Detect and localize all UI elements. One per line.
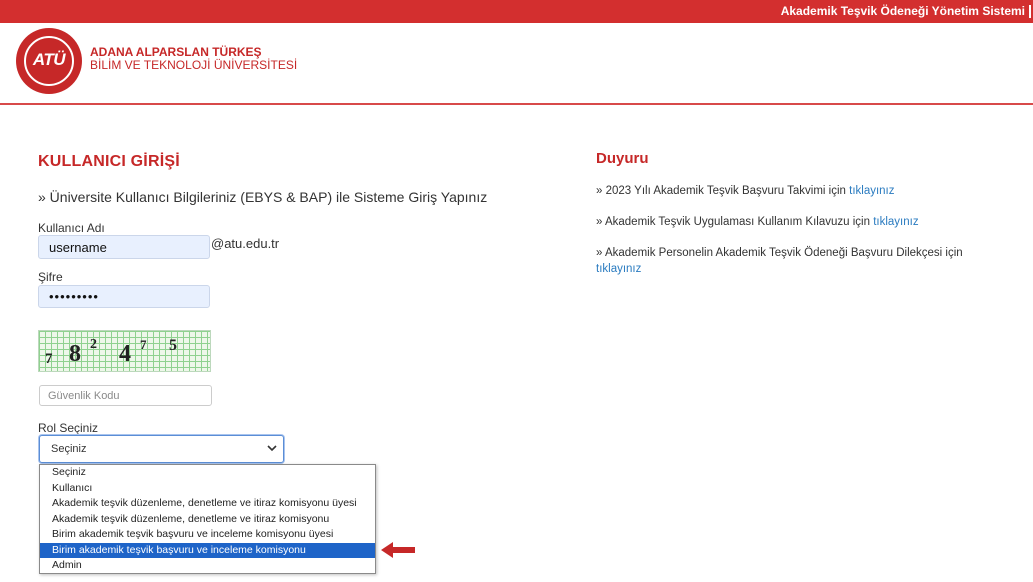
role-dropdown-list: Seçiniz Kullanıcı Akademik teşvik düzenl… xyxy=(39,464,376,574)
university-logo[interactable]: ATÜ xyxy=(16,28,82,94)
announcement-link[interactable]: tıklayınız xyxy=(849,185,894,197)
username-input[interactable] xyxy=(38,235,210,259)
username-label: Kullanıcı Adı xyxy=(38,221,105,235)
chevron-down-icon xyxy=(267,441,277,458)
role-select[interactable]: Seçiniz xyxy=(39,435,284,463)
role-option-highlighted[interactable]: Birim akademik teşvik başvuru ve incelem… xyxy=(40,542,375,558)
system-title: Akademik Teşvik Ödeneği Yönetim Sistemi xyxy=(780,4,1025,18)
login-subtitle: » Üniversite Kullanıcı Bilgileriniz (EBY… xyxy=(38,189,488,205)
role-option[interactable]: Birim akademik teşvik başvuru ve incelem… xyxy=(40,527,375,543)
role-option[interactable]: Akademik teşvik düzenleme, denetleme ve … xyxy=(40,496,375,512)
announcement-item: » 2023 Yılı Akademik Teşvik Başvuru Takv… xyxy=(596,183,966,199)
role-option[interactable]: Admin xyxy=(40,558,375,574)
announcement-link[interactable]: tıklayınız xyxy=(873,216,918,228)
role-label: Rol Seçiniz xyxy=(38,421,99,435)
role-option[interactable]: Akademik teşvik düzenleme, denetleme ve … xyxy=(40,512,375,528)
top-bar-separator xyxy=(1029,5,1031,18)
university-name: ADANA ALPARSLAN TÜRKEŞ BİLİM VE TEKNOLOJ… xyxy=(90,46,297,72)
top-bar: Akademik Teşvik Ödeneği Yönetim Sistemi xyxy=(0,0,1033,23)
password-input[interactable] xyxy=(38,285,210,308)
announcement-item: » Akademik Personelin Akademik Teşvik Öd… xyxy=(596,245,966,277)
university-name-line2: BİLİM VE TEKNOLOJİ ÜNİVERSİTESİ xyxy=(90,58,298,72)
left-arrow-icon xyxy=(381,542,415,558)
captcha-char: 7 xyxy=(45,351,53,367)
announcement-text: » Akademik Teşvik Uygulaması Kullanım Kı… xyxy=(596,216,874,228)
login-title: KULLANICI GİRİŞİ xyxy=(38,153,180,170)
captcha-char: 8 xyxy=(69,341,81,367)
role-select-value: Seçiniz xyxy=(51,443,87,455)
captcha-char: 5 xyxy=(169,337,177,354)
announcement-text: » 2023 Yılı Akademik Teşvik Başvuru Takv… xyxy=(596,185,850,197)
captcha-char: 4 xyxy=(119,341,131,367)
logo-text: ATÜ xyxy=(32,50,66,69)
captcha-char: 2 xyxy=(90,337,97,352)
password-label: Şifre xyxy=(38,270,63,284)
captcha-char: 7 xyxy=(140,337,147,352)
security-code-input[interactable] xyxy=(39,385,212,406)
announcements-title: Duyuru xyxy=(596,150,649,167)
announcement-link[interactable]: tıklayınız xyxy=(596,263,641,275)
role-option[interactable]: Seçiniz xyxy=(40,465,375,481)
email-domain-suffix: @atu.edu.tr xyxy=(211,236,280,251)
site-header: ATÜ ADANA ALPARSLAN TÜRKEŞ BİLİM VE TEKN… xyxy=(0,23,1033,105)
role-option[interactable]: Kullanıcı xyxy=(40,481,375,497)
announcement-text: » Akademik Personelin Akademik Teşvik Öd… xyxy=(596,247,963,259)
captcha-image: 7 8 2 4 7 5 xyxy=(38,330,211,372)
announcement-item: » Akademik Teşvik Uygulaması Kullanım Kı… xyxy=(596,214,966,230)
